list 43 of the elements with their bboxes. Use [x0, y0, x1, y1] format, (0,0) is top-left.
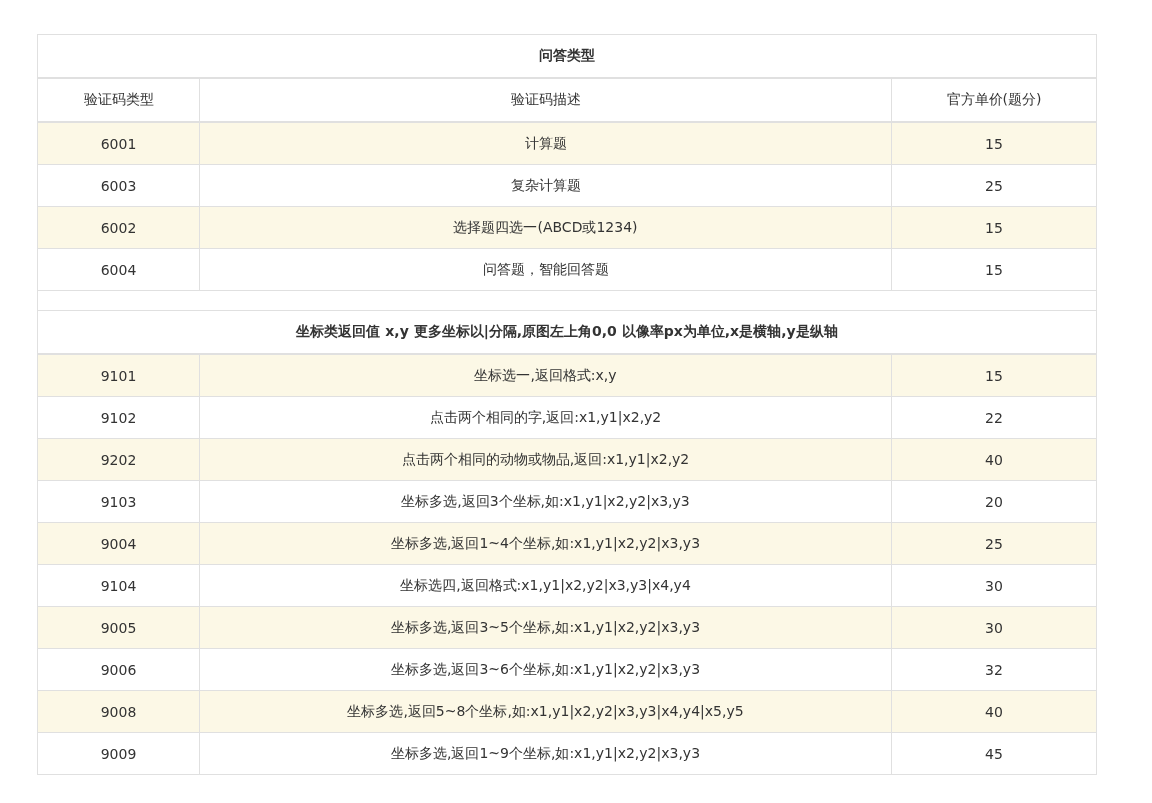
table-cell: 15: [891, 354, 1097, 397]
table-cell: 9103: [37, 480, 200, 523]
table-cell: 22: [891, 396, 1097, 439]
table-cell: 6002: [37, 206, 200, 249]
table-cell: 30: [891, 564, 1097, 607]
table-cell: 坐标多选,返回3个坐标,如:x1,y1|x2,y2|x3,y3: [199, 480, 892, 523]
table-cell: 选择题四选一(ABCD或1234): [199, 206, 892, 249]
table-cell: 25: [891, 164, 1097, 207]
table-cell: 25: [891, 522, 1097, 565]
table-cell: 6003: [37, 164, 200, 207]
table-cell: 点击两个相同的字,返回:x1,y1|x2,y2: [199, 396, 892, 439]
table-cell: 9102: [37, 396, 200, 439]
table-cell: 40: [891, 438, 1097, 481]
table-cell: 9005: [37, 606, 200, 649]
table-cell: 45: [891, 732, 1097, 775]
table-cell: 9006: [37, 648, 200, 691]
table-cell: 坐标选一,返回格式:x,y: [199, 354, 892, 397]
table-cell: 9008: [37, 690, 200, 733]
table-cell: 6001: [37, 122, 200, 165]
table-cell: 计算题: [199, 122, 892, 165]
table-cell: 15: [891, 248, 1097, 291]
table-cell: 32: [891, 648, 1097, 691]
table-cell: 9004: [37, 522, 200, 565]
table-cell: 坐标多选,返回1~4个坐标,如:x1,y1|x2,y2|x3,y3: [199, 522, 892, 565]
table-cell: 坐标选四,返回格式:x1,y1|x2,y2|x3,y3|x4,y4: [199, 564, 892, 607]
table-cell: 9101: [37, 354, 200, 397]
table-cell: 15: [891, 122, 1097, 165]
table-cell: 30: [891, 606, 1097, 649]
table-cell: 20: [891, 480, 1097, 523]
table-cell: 9104: [37, 564, 200, 607]
table-cell: 坐标多选,返回3~5个坐标,如:x1,y1|x2,y2|x3,y3: [199, 606, 892, 649]
table-cell: 问答题，智能回答题: [199, 248, 892, 291]
table-cell: 坐标多选,返回5~8个坐标,如:x1,y1|x2,y2|x3,y3|x4,y4|x5,y5: [199, 690, 892, 733]
table-cell: 复杂计算题: [199, 164, 892, 207]
table-cell: 坐标多选,返回1~9个坐标,如:x1,y1|x2,y2|x3,y3: [199, 732, 892, 775]
table-cell: 9009: [37, 732, 200, 775]
table-cell: 6004: [37, 248, 200, 291]
table-cell: 15: [891, 206, 1097, 249]
table-cell: 点击两个相同的动物或物品,返回:x1,y1|x2,y2: [199, 438, 892, 481]
table-cell: 坐标多选,返回3~6个坐标,如:x1,y1|x2,y2|x3,y3: [199, 648, 892, 691]
section-title: 问答类型: [37, 34, 1097, 78]
table-cell: 9202: [37, 438, 200, 481]
table-cell: 40: [891, 690, 1097, 733]
